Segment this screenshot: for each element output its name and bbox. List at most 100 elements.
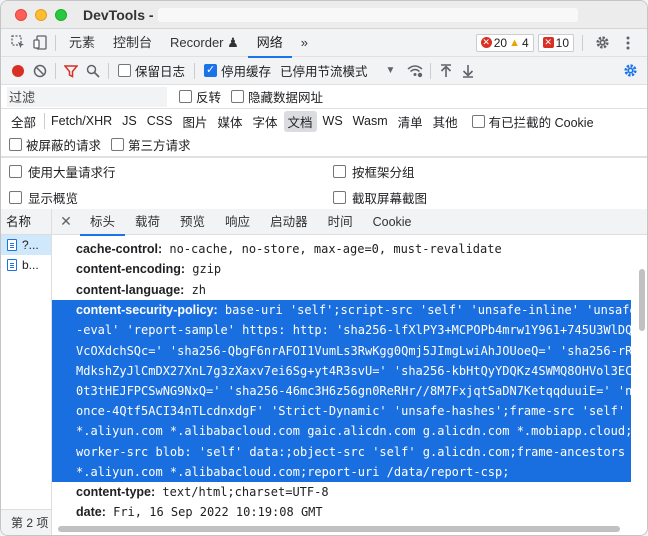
minimize-window-button[interactable]: [35, 8, 47, 21]
show-overview-label: 显示概览: [28, 191, 79, 206]
blocked-requests-label: 被屏蔽的请求: [26, 139, 102, 153]
disable-cache-check[interactable]: [204, 63, 218, 77]
zoom-window-button[interactable]: [55, 8, 67, 21]
close-window-button[interactable]: [15, 8, 27, 21]
tab-initiator[interactable]: 启动器: [260, 209, 318, 235]
tab-elements[interactable]: 元素: [60, 29, 104, 57]
type-font[interactable]: 字体: [248, 111, 281, 132]
divider: [430, 62, 432, 79]
header-row: content-language: zh: [52, 280, 631, 300]
tab-recorder[interactable]: Recorder ♟: [161, 29, 248, 57]
tab-payload[interactable]: 载荷: [125, 209, 170, 235]
import-har-icon[interactable]: [435, 60, 457, 82]
device-toolbar-icon[interactable]: [29, 32, 51, 54]
show-overview-check[interactable]: [9, 190, 22, 204]
type-img[interactable]: 图片: [178, 111, 211, 132]
network-toolbar: 保留日志 停用缓存 已停用节流模式 ▼: [1, 57, 647, 85]
name-column-header[interactable]: 名称: [1, 209, 51, 235]
disable-cache-checkbox[interactable]: 停用缓存: [204, 61, 271, 80]
blocked-cookies-check[interactable]: [471, 114, 485, 128]
request-detail-pane: ✕ 标头 载荷 预览 响应 启动器 时间 Cookie cache-contro…: [52, 209, 647, 535]
type-css[interactable]: CSS: [143, 113, 177, 129]
error-warning-counter[interactable]: ✕ 20 ▲ 4: [475, 33, 534, 52]
tab-network[interactable]: 网络: [247, 29, 292, 58]
throttling-select[interactable]: 已停用节流模式 ▼: [280, 61, 395, 80]
network-main: 名称 ?... b... 第 2 项 ✕ 标头 载荷 预览 响应 启动器 时间 …: [1, 209, 647, 535]
divider: [108, 62, 109, 79]
tab-console[interactable]: 控制台: [104, 29, 161, 57]
third-party-checkbox[interactable]: 第三方请求: [111, 135, 191, 154]
third-party-check[interactable]: [111, 138, 125, 151]
clear-button[interactable]: [29, 60, 51, 82]
detail-tab-bar: ✕ 标头 载荷 预览 响应 启动器 时间 Cookie: [52, 209, 647, 236]
preserve-log-check[interactable]: [118, 64, 131, 77]
blocked-cookies-checkbox[interactable]: 有已拦截的 Cookie: [471, 112, 594, 131]
big-request-rows-check[interactable]: [9, 164, 22, 178]
group-by-frame-check[interactable]: [333, 164, 346, 178]
export-har-icon[interactable]: [457, 60, 479, 82]
hide-data-urls-check[interactable]: [231, 90, 245, 103]
filter-row: 反转 隐藏数据网址: [1, 85, 647, 109]
tab-timing[interactable]: 时间: [318, 209, 363, 235]
issues-counter[interactable]: ✕ 10: [537, 33, 574, 52]
document-icon: [7, 239, 17, 251]
inspect-element-icon[interactable]: [7, 32, 29, 54]
filter-input[interactable]: [7, 86, 167, 107]
hide-data-urls-checkbox[interactable]: 隐藏数据网址: [231, 87, 323, 106]
request-list: 名称 ?... b... 第 2 项: [1, 209, 52, 535]
network-settings-gear-icon[interactable]: [619, 60, 641, 82]
group-by-frame-checkbox[interactable]: 按框架分组: [333, 162, 415, 181]
header-row: content-type: text/html;charset=UTF-8: [52, 482, 631, 502]
big-request-rows-checkbox[interactable]: 使用大量请求行: [9, 162, 116, 181]
csp-line: worker-src blob: 'self' data:;object-src…: [76, 444, 626, 459]
big-request-rows-label: 使用大量请求行: [28, 165, 116, 180]
tab-cookies[interactable]: Cookie: [363, 209, 422, 235]
close-icon[interactable]: ✕: [58, 213, 74, 230]
filter-icon[interactable]: [60, 60, 82, 82]
capture-screenshots-check[interactable]: [333, 190, 346, 204]
header-value: Fri, 16 Sep 2022 10:19:08 GMT: [113, 505, 323, 520]
network-conditions-icon[interactable]: [404, 60, 426, 82]
type-manifest[interactable]: 清单: [394, 111, 427, 132]
blocked-cookies-label: 有已拦截的 Cookie: [488, 115, 594, 130]
csp-line: VcOXdchSQc=' 'sha256-QbgF6nrAFOI1VumLs3R…: [76, 343, 631, 358]
header-value: gzip: [192, 262, 222, 277]
invert-checkbox[interactable]: 反转: [179, 87, 221, 106]
type-fetch-xhr[interactable]: Fetch/XHR: [47, 113, 116, 129]
issue-counters: ✕ 20 ▲ 4 ✕ 10: [475, 32, 639, 54]
type-doc[interactable]: 文档: [283, 110, 317, 132]
type-js[interactable]: JS: [118, 113, 141, 129]
search-icon[interactable]: [82, 60, 104, 82]
show-overview-checkbox[interactable]: 显示概览: [9, 188, 78, 207]
throttling-value: 已停用节流模式: [280, 65, 368, 79]
csp-line: *.aliyun.com *.alibabacloud.com gaic.ali…: [76, 424, 631, 439]
blocked-requests-checkbox[interactable]: 被屏蔽的请求: [9, 135, 101, 154]
header-key: content-language:: [76, 282, 185, 297]
issues-icon: ✕: [542, 37, 554, 48]
tab-response[interactable]: 响应: [215, 209, 260, 235]
more-tabs-button[interactable]: »: [292, 29, 317, 57]
type-wasm[interactable]: Wasm: [349, 113, 392, 129]
horizontal-scrollbar[interactable]: [58, 526, 620, 532]
type-all[interactable]: 全部: [7, 111, 40, 132]
preserve-log-checkbox[interactable]: 保留日志: [118, 61, 185, 80]
request-count-status: 第 2 项: [1, 509, 51, 535]
more-options-icon[interactable]: [617, 32, 639, 54]
blocked-requests-check[interactable]: [9, 138, 22, 151]
capture-screenshots-checkbox[interactable]: 截取屏幕截图: [333, 188, 427, 207]
record-button[interactable]: [7, 60, 29, 82]
vertical-scrollbar[interactable]: [639, 269, 645, 331]
invert-check[interactable]: [179, 90, 192, 103]
invert-label: 反转: [196, 91, 222, 105]
tab-preview[interactable]: 预览: [170, 209, 215, 235]
tab-headers[interactable]: 标头: [80, 209, 126, 236]
type-media[interactable]: 媒体: [213, 111, 246, 132]
settings-gear-icon[interactable]: [591, 32, 613, 54]
list-item[interactable]: b...: [1, 255, 51, 275]
type-ws[interactable]: WS: [319, 113, 347, 129]
type-other[interactable]: 其他: [429, 111, 462, 132]
issues-count: 10: [555, 35, 569, 50]
error-count: 20: [493, 35, 508, 50]
warning-count: 4: [521, 35, 529, 50]
list-item[interactable]: ?...: [1, 235, 51, 255]
